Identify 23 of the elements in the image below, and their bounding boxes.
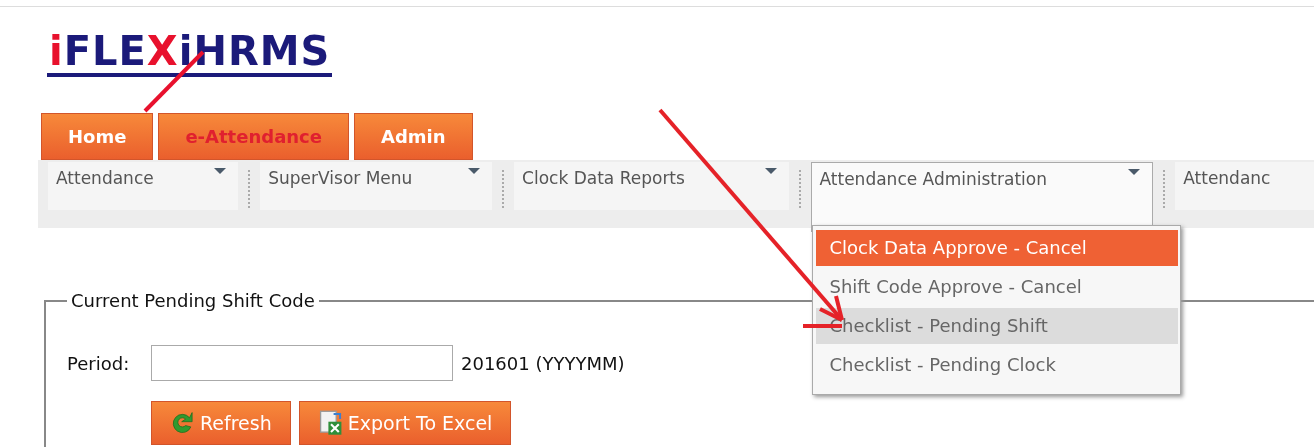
logo: iFLEXiHRMS — [47, 29, 333, 77]
nav-tab[interactable]: Admin — [354, 113, 473, 160]
section-legend: Current Pending Shift Code — [67, 290, 319, 311]
dropdown-item[interactable]: Clock Data Approve - Cancel — [815, 230, 1178, 266]
nav-tab[interactable]: Home — [41, 113, 154, 160]
menu-item[interactable]: Clock Data Reports — [514, 162, 789, 210]
action-button[interactable]: Refresh — [151, 401, 291, 445]
caret-icon — [214, 168, 227, 174]
action-button[interactable]: Export To Excel — [298, 401, 512, 445]
period-field[interactable] — [151, 345, 453, 381]
dropdown-item[interactable]: Checklist - Pending Shift — [815, 308, 1178, 344]
dropdown-item[interactable]: Shift Code Approve - Cancel — [815, 269, 1178, 305]
caret-icon — [468, 168, 481, 174]
format-hint: 201601 (YYYYMM) — [461, 352, 625, 374]
dropdown-item[interactable]: Checklist - Pending Clock — [815, 347, 1178, 383]
menu-item[interactable]: Attendanc — [1175, 162, 1314, 210]
menu-item[interactable]: Attendance — [48, 162, 239, 210]
menu-item[interactable]: SuperVisor Menu — [260, 162, 493, 210]
refresh-icon — [170, 410, 196, 436]
caret-icon — [1128, 169, 1141, 175]
spreadsheet-icon — [317, 410, 344, 436]
field-label: Period: — [67, 352, 131, 374]
caret-icon — [764, 168, 777, 174]
